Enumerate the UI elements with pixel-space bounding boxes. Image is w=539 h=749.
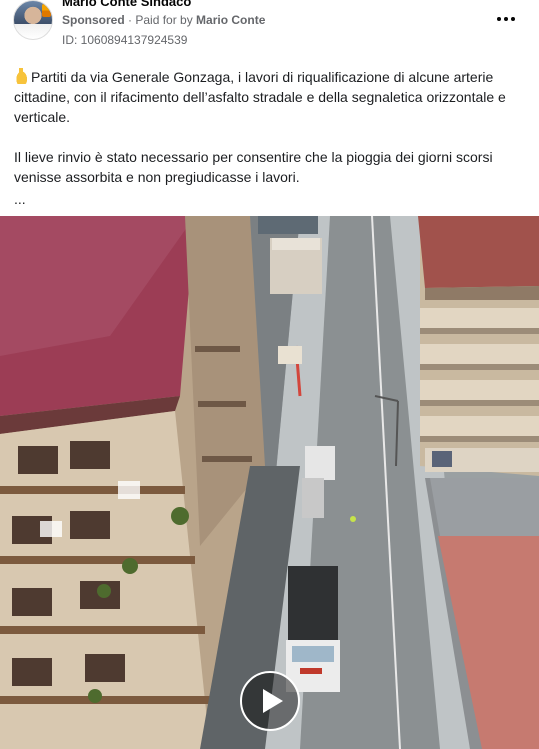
pointing-up-hand-emoji xyxy=(14,68,28,84)
see-more-link[interactable]: ... xyxy=(14,191,26,207)
paid-for-prefix: Paid for by xyxy=(135,13,197,27)
more-dot xyxy=(504,17,508,21)
sponsor-line: Sponsored · Paid for by Mario Conte xyxy=(62,13,265,27)
page-avatar[interactable] xyxy=(13,0,53,40)
page-name[interactable]: Mario Conte Sindaco xyxy=(62,0,191,9)
payer-name: Mario Conte xyxy=(196,13,266,27)
play-button[interactable] xyxy=(240,671,300,731)
post-paragraph-2: Il lieve rinvio è stato necessario per c… xyxy=(14,149,493,185)
avatar-badge xyxy=(42,4,51,17)
more-horizontal-icon xyxy=(497,17,501,21)
play-icon xyxy=(262,689,283,713)
ad-id: ID: 1060894137924539 xyxy=(62,33,188,47)
more-options-button[interactable] xyxy=(493,8,519,30)
video-player[interactable] xyxy=(0,216,539,749)
sponsored-post-card: Mario Conte Sindaco Sponsored · Paid for… xyxy=(0,0,539,749)
post-header: Mario Conte Sindaco Sponsored · Paid for… xyxy=(0,0,539,56)
post-paragraph-1: Partiti da via Generale Gonzaga, i lavor… xyxy=(14,67,519,127)
sponsored-label: Sponsored xyxy=(62,13,125,27)
post-text: Partiti da via Generale Gonzaga, i lavor… xyxy=(14,67,519,207)
more-dot xyxy=(511,17,515,21)
paragraph-1-text: Partiti da via Generale Gonzaga, i lavor… xyxy=(14,69,506,125)
separator: · xyxy=(124,13,136,27)
video-frame-aerial-street xyxy=(0,216,539,749)
